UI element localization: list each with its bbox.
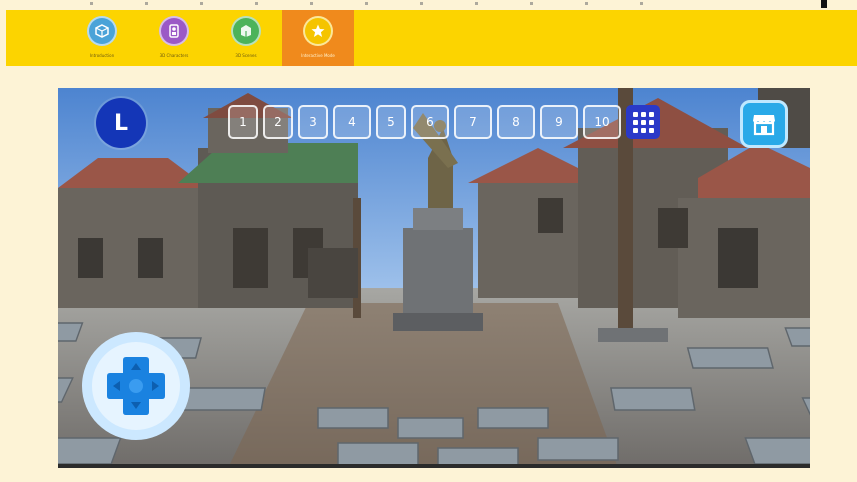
hotbar-slot-10[interactable]: 10: [583, 105, 621, 139]
cube-icon: [87, 16, 117, 46]
star-icon: [303, 16, 333, 46]
dpad-control[interactable]: [82, 332, 190, 440]
game-viewport[interactable]: L 1 2 3 4 5 6 7 8 9 10: [58, 88, 810, 468]
hotbar-slot-9[interactable]: 9: [540, 105, 578, 139]
hotbar-slot-2[interactable]: 2: [263, 105, 293, 139]
hotbar-slot-7[interactable]: 7: [454, 105, 492, 139]
tab-label: 3D Scenes: [235, 53, 257, 58]
store-icon: [753, 115, 775, 136]
tab-3d-scenes[interactable]: 3D Scenes: [210, 10, 282, 66]
dpad-icon: [107, 357, 165, 415]
tab-3d-characters[interactable]: 3D Characters: [138, 10, 210, 66]
player-badge[interactable]: L: [96, 98, 146, 148]
cropped-text-line: [90, 2, 690, 5]
scene-icon: [231, 16, 261, 46]
tab-label: Introduction: [89, 53, 115, 58]
tab-label: 3D Characters: [159, 53, 189, 58]
cropped-mark: [821, 0, 827, 8]
viewport-bottom-border: [58, 464, 810, 468]
hotbar-slot-3[interactable]: 3: [298, 105, 328, 139]
hotbar: 1 2 3 4 5 6 7 8 9 10: [228, 105, 660, 139]
tab-interactive-mode[interactable]: Interactive Mode: [282, 10, 354, 66]
grid-button[interactable]: [626, 105, 660, 139]
hotbar-slot-4[interactable]: 4: [333, 105, 371, 139]
tab-introduction[interactable]: Introduction: [66, 10, 138, 66]
lesson-toolbar: Introduction 3D Characters 3D Scenes Int…: [6, 10, 857, 66]
hotbar-slot-5[interactable]: 5: [376, 105, 406, 139]
store-button[interactable]: [740, 100, 788, 148]
top-cropped-strip: [0, 0, 857, 10]
hotbar-slot-1[interactable]: 1: [228, 105, 258, 139]
grid-icon: [632, 111, 654, 133]
dpad-inner: [92, 342, 180, 430]
tab-label: Interactive Mode: [301, 53, 335, 58]
hotbar-slot-8[interactable]: 8: [497, 105, 535, 139]
character-icon: [159, 16, 189, 46]
hotbar-slot-6[interactable]: 6: [411, 105, 449, 139]
